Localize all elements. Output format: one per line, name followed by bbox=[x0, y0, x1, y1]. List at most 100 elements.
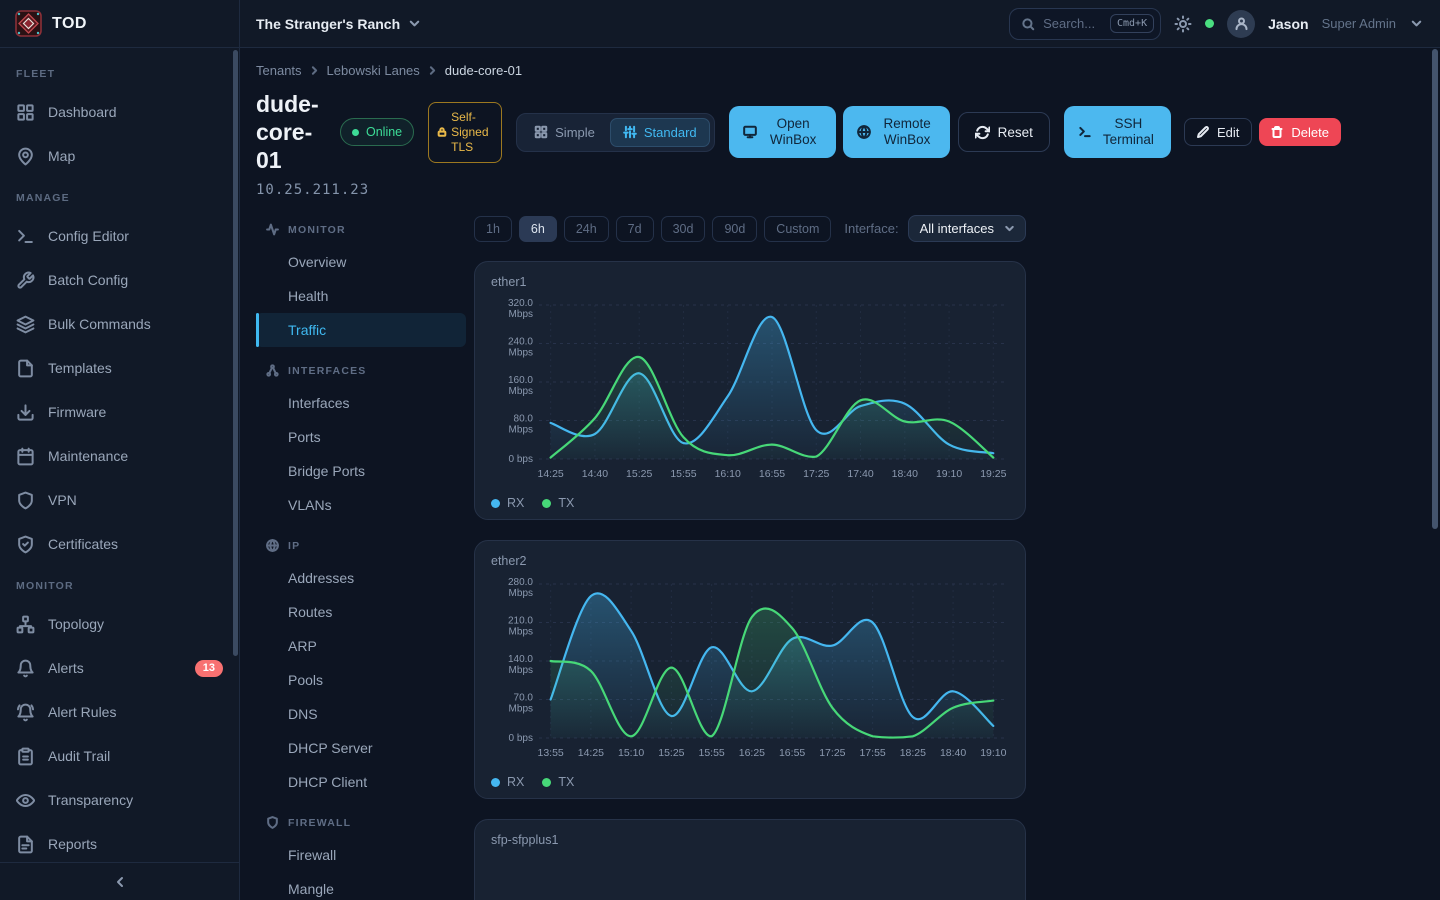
legend-label: TX bbox=[558, 775, 574, 789]
chart-title: sfp-sfpplus1 bbox=[491, 833, 1009, 847]
terminal-icon bbox=[16, 227, 35, 246]
svg-text:14:25: 14:25 bbox=[578, 747, 604, 759]
sidebar-item-certificates[interactable]: Certificates bbox=[0, 522, 239, 566]
chevron-down-icon[interactable] bbox=[1409, 16, 1424, 31]
subnav-item-health[interactable]: Health bbox=[256, 279, 466, 313]
tls-badge: Self-Signed TLS bbox=[428, 102, 502, 163]
subnav-item-addresses[interactable]: Addresses bbox=[256, 561, 466, 595]
subnav-section-label: FIREWALL bbox=[288, 817, 351, 829]
svg-text:240.0: 240.0 bbox=[508, 337, 533, 348]
chart-legend: RX TX bbox=[491, 775, 1009, 789]
avatar[interactable] bbox=[1227, 10, 1255, 38]
sidebar-item-alert-rules[interactable]: Alert Rules bbox=[0, 690, 239, 734]
subnav-item-overview[interactable]: Overview bbox=[256, 245, 466, 279]
sidebar-item-topology[interactable]: Topology bbox=[0, 602, 239, 646]
time-range-1h[interactable]: 1h bbox=[474, 216, 512, 242]
subnav-item-bridge-ports[interactable]: Bridge Ports bbox=[256, 454, 466, 488]
subnav-item-dhcp-client[interactable]: DHCP Client bbox=[256, 765, 466, 799]
view-toggle-simple[interactable]: Simple bbox=[521, 118, 608, 147]
svg-text:18:40: 18:40 bbox=[940, 747, 966, 759]
sidebar-item-alerts[interactable]: Alerts13 bbox=[0, 646, 239, 690]
open-winbox-button[interactable]: Open WinBox bbox=[729, 106, 836, 158]
sidebar-item-templates[interactable]: Templates bbox=[0, 346, 239, 390]
shield-icon bbox=[266, 816, 279, 829]
refresh-icon bbox=[975, 125, 990, 140]
sidebar-item-vpn[interactable]: VPN bbox=[0, 478, 239, 522]
svg-text:16:55: 16:55 bbox=[759, 468, 785, 480]
subnav-item-ports[interactable]: Ports bbox=[256, 420, 466, 454]
time-range-6h[interactable]: 6h bbox=[519, 216, 557, 242]
subnav-item-firewall[interactable]: Firewall bbox=[256, 838, 466, 872]
monitor-icon bbox=[743, 125, 757, 139]
legend-item-tx: TX bbox=[542, 775, 574, 789]
sidebar-item-transparency[interactable]: Transparency bbox=[0, 778, 239, 822]
main-scrollbar[interactable] bbox=[1432, 49, 1438, 529]
traffic-chart-ether1: 320.0Mbps240.0Mbps160.0Mbps80.0Mbps0 bps… bbox=[491, 291, 1011, 491]
view-toggle-label: Simple bbox=[555, 125, 595, 140]
sun-icon[interactable] bbox=[1174, 15, 1192, 33]
breadcrumb-tenants[interactable]: Tenants bbox=[256, 63, 302, 78]
legend-item-tx: TX bbox=[542, 496, 574, 510]
tenant-selector[interactable]: The Stranger's Ranch bbox=[256, 16, 422, 32]
subnav-item-traffic[interactable]: Traffic bbox=[256, 313, 466, 347]
edit-button[interactable]: Edit bbox=[1184, 118, 1252, 146]
delete-button[interactable]: Delete bbox=[1259, 118, 1341, 146]
subnav-item-dns[interactable]: DNS bbox=[256, 697, 466, 731]
sidebar-item-reports[interactable]: Reports bbox=[0, 822, 239, 862]
sidebar-item-config-editor[interactable]: Config Editor bbox=[0, 214, 239, 258]
legend-label: TX bbox=[558, 496, 574, 510]
sidebar-item-label: Config Editor bbox=[48, 228, 129, 244]
sidebar-item-bulk-commands[interactable]: Bulk Commands bbox=[0, 302, 239, 346]
button-label: Reset bbox=[998, 125, 1033, 140]
reset-button[interactable]: Reset bbox=[958, 112, 1050, 152]
sidebar-item-audit-trail[interactable]: Audit Trail bbox=[0, 734, 239, 778]
subnav-item-pools[interactable]: Pools bbox=[256, 663, 466, 697]
subnav-item-dhcp-server[interactable]: DHCP Server bbox=[256, 731, 466, 765]
ssh-terminal-button[interactable]: SSH Terminal bbox=[1064, 106, 1171, 158]
time-range-30d[interactable]: 30d bbox=[661, 216, 706, 242]
time-range-7d[interactable]: 7d bbox=[616, 216, 654, 242]
terminal-prompt-icon bbox=[1078, 125, 1092, 139]
legend-label: RX bbox=[507, 775, 524, 789]
time-range-custom[interactable]: Custom bbox=[764, 216, 831, 242]
interface-filter: Interface: All interfaces bbox=[844, 215, 1026, 242]
sidebar-item-label: Dashboard bbox=[48, 104, 117, 120]
legend-dot-icon bbox=[542, 778, 551, 787]
search-placeholder: Search... bbox=[1043, 16, 1102, 31]
sidebar-item-dashboard[interactable]: Dashboard bbox=[0, 90, 239, 134]
legend-dot-icon bbox=[542, 499, 551, 508]
time-range-24h[interactable]: 24h bbox=[564, 216, 609, 242]
chart-title: ether2 bbox=[491, 554, 1009, 568]
sidebar-item-firmware[interactable]: Firmware bbox=[0, 390, 239, 434]
clipboard-icon bbox=[16, 747, 35, 766]
svg-text:18:40: 18:40 bbox=[892, 468, 918, 480]
svg-text:320.0: 320.0 bbox=[508, 298, 533, 309]
sidebar-item-map[interactable]: Map bbox=[0, 134, 239, 178]
breadcrumb-tenant[interactable]: Lebowski Lanes bbox=[327, 63, 420, 78]
interface-select[interactable]: All interfaces bbox=[908, 215, 1026, 242]
sidebar-item-label: Transparency bbox=[48, 792, 133, 808]
search-input[interactable]: Search... Cmd+K bbox=[1009, 8, 1161, 40]
subnav-item-arp[interactable]: ARP bbox=[256, 629, 466, 663]
subnav-item-vlans[interactable]: VLANs bbox=[256, 488, 466, 522]
sidebar-item-batch-config[interactable]: Batch Config bbox=[0, 258, 239, 302]
sidebar-scrollbar[interactable] bbox=[233, 50, 238, 656]
svg-text:Mbps: Mbps bbox=[509, 627, 533, 638]
map-pin-icon bbox=[16, 147, 35, 166]
time-range-90d[interactable]: 90d bbox=[712, 216, 757, 242]
button-label: Open WinBox bbox=[765, 116, 821, 148]
svg-text:Mbps: Mbps bbox=[509, 348, 533, 359]
svg-text:16:10: 16:10 bbox=[715, 468, 741, 480]
interface-select-value: All interfaces bbox=[920, 221, 994, 236]
tls-badge-label: Self-Signed TLS bbox=[451, 110, 493, 155]
button-label: Remote WinBox bbox=[879, 116, 935, 148]
remote-winbox-button[interactable]: Remote WinBox bbox=[843, 106, 950, 158]
view-toggle-standard[interactable]: Standard bbox=[610, 118, 710, 147]
subnav-item-mangle[interactable]: Mangle bbox=[256, 872, 466, 900]
sidebar-item-label: Maintenance bbox=[48, 448, 128, 464]
subnav-item-routes[interactable]: Routes bbox=[256, 595, 466, 629]
sidebar-collapse-button[interactable] bbox=[0, 862, 239, 900]
chart-card-sfp-sfpplus1: sfp-sfpplus1 bbox=[474, 819, 1026, 900]
subnav-item-interfaces[interactable]: Interfaces bbox=[256, 386, 466, 420]
sidebar-item-maintenance[interactable]: Maintenance bbox=[0, 434, 239, 478]
